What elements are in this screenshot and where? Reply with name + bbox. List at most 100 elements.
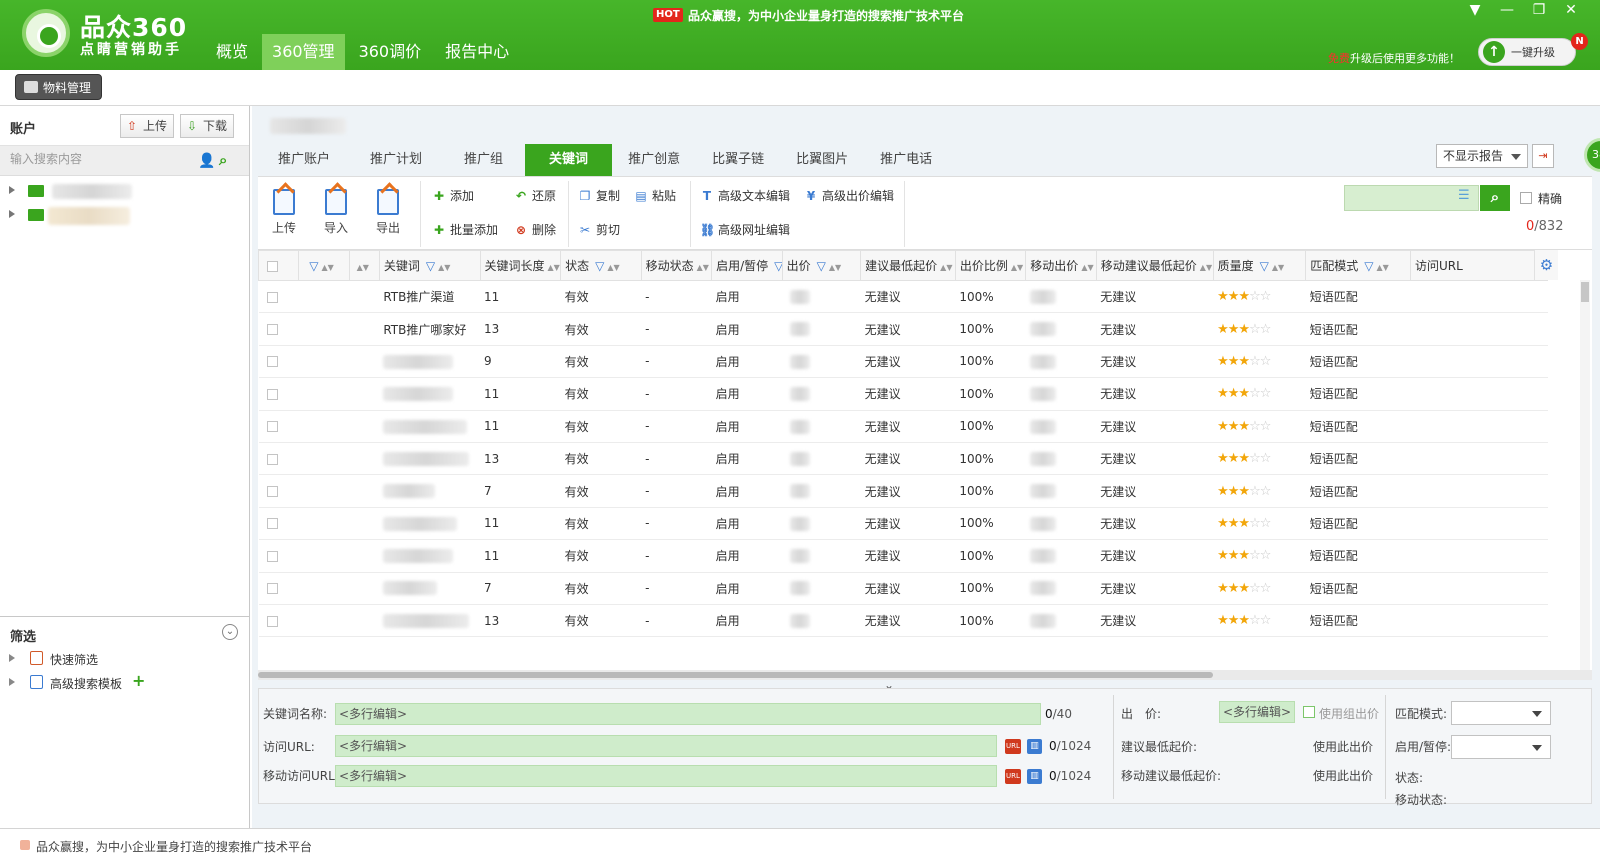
match-mode-cell[interactable]: 短语匹配 [1305,572,1411,605]
keyword-cell[interactable]: RTB推广渠道 [379,280,481,314]
expand-arrow-icon[interactable] [9,654,15,662]
enabled-cell[interactable]: 启用 [711,345,783,379]
select-all-checkbox[interactable] [267,260,278,272]
expand-arrow-icon[interactable] [9,186,15,194]
enabled-cell[interactable]: 启用 [711,604,783,638]
one-click-upgrade-button[interactable]: ↑ 一键升级 [1478,38,1576,66]
col-match-mode[interactable]: 匹配模式 ▽ ▲▼ [1305,250,1411,281]
delete-button[interactable]: ⊗ 删除 [514,221,556,238]
enabled-cell[interactable]: 启用 [711,442,783,476]
match-mode-cell[interactable]: 短语匹配 [1305,507,1411,541]
sort-icon[interactable]: ▲▼ [697,263,709,272]
col-url[interactable]: 访问URL [1409,250,1549,281]
import-button[interactable]: 导入 [316,189,356,236]
mobile-bid-cell[interactable] [1025,474,1097,508]
bid-cell[interactable] [782,539,861,573]
kw-name-field[interactable]: <多行编辑> [335,703,1041,725]
tab-group[interactable]: 推广组 [442,144,525,176]
sort-icon[interactable]: ▲▼ [607,263,619,272]
table-row[interactable]: 7 有效 - 启用 无建议 100% 无建议 ★★★☆☆ 短语匹配 [258,572,1548,605]
url-cell[interactable] [1410,280,1548,314]
mobile-bid-cell[interactable] [1025,507,1097,541]
sort-icon[interactable]: ▲▼ [1081,263,1093,272]
floating-count-badge[interactable]: 38 [1584,138,1600,172]
expand-arrow-icon[interactable] [9,210,15,218]
match-mode-cell[interactable]: 短语匹配 [1305,410,1411,443]
sort-icon[interactable]: ▲▼ [548,263,560,272]
url-cell[interactable] [1410,507,1548,541]
url-cell[interactable] [1410,410,1548,443]
keyword-search-button[interactable]: ⌕ [1480,185,1510,211]
account-search-input[interactable] [10,152,190,166]
bid-field[interactable]: <多行编辑> [1219,701,1295,723]
advanced-text-edit-button[interactable]: T 高级文本编辑 [700,187,790,204]
keyword-cell[interactable] [379,507,481,541]
bid-cell[interactable] [782,280,861,314]
enabled-cell[interactable]: 启用 [711,312,783,346]
col-keyword[interactable]: 关键词 ▽ ▲▼ [378,250,481,281]
keyword-cell[interactable] [379,442,481,476]
paste-button[interactable]: ▤ 粘贴 [634,187,676,204]
tab-image[interactable]: 比翼图片 [780,144,864,176]
advanced-bid-edit-button[interactable]: ¥ 高级出价编辑 [804,187,894,204]
enabled-cell[interactable]: 启用 [711,280,783,314]
sort-icon[interactable]: ▲▼ [438,263,450,272]
filter-icon[interactable]: ▽ [774,259,781,273]
bid-cell[interactable] [782,442,861,476]
enable-pause-select[interactable] [1451,735,1551,759]
enabled-cell[interactable]: 启用 [711,507,783,541]
row-checkbox[interactable] [266,421,278,433]
keyword-cell[interactable] [379,410,481,443]
filter-icon[interactable]: ▽ [817,259,826,273]
match-mode-cell[interactable]: 短语匹配 [1305,312,1411,346]
match-mode-cell[interactable]: 短语匹配 [1305,539,1411,573]
row-checkbox[interactable] [266,615,278,627]
bid-cell[interactable] [782,312,861,346]
account-tree-item[interactable] [0,204,249,228]
url-cell[interactable] [1410,377,1548,411]
tab-phone[interactable]: 推广电话 [864,144,948,176]
row-checkbox[interactable] [266,356,278,368]
sort-icon[interactable]: ▲▼ [322,263,334,272]
download-button[interactable]: 下载 [180,114,235,138]
url-check-icon[interactable]: URL [1005,739,1021,754]
match-mode-cell[interactable]: 短语匹配 [1305,345,1411,379]
batch-add-button[interactable]: ✚ 批量添加 [432,221,498,238]
mobile-bid-cell[interactable] [1025,312,1097,346]
expand-arrow-icon[interactable] [9,678,15,686]
use-this-bid-link-2[interactable]: 使用此出价 [1313,767,1373,784]
col-mobile-suggest-min[interactable]: 移动建议最低起价 ▲▼ [1095,250,1214,281]
account-tree-item[interactable] [0,180,249,204]
row-checkbox[interactable] [266,324,278,336]
bid-cell[interactable] [782,507,861,541]
filter-icon[interactable]: ▽ [1364,259,1373,273]
enabled-cell[interactable]: 启用 [711,572,783,605]
match-mode-select[interactable] [1451,701,1551,725]
tab-account[interactable]: 推广账户 [258,144,350,176]
bid-cell[interactable] [782,410,861,443]
table-row[interactable]: 13 有效 - 启用 无建议 100% 无建议 ★★★☆☆ 短语匹配 [258,604,1548,638]
url-cell[interactable] [1410,604,1548,638]
restore-icon[interactable]: ❐ [1524,2,1554,18]
upload-button[interactable]: 上传 [120,114,175,138]
match-mode-cell[interactable]: 短语匹配 [1305,474,1411,508]
restore-button[interactable]: ↶ 还原 [514,187,556,204]
table-row[interactable]: 11 有效 - 启用 无建议 100% 无建议 ★★★☆☆ 短语匹配 [258,377,1548,411]
menu-dropdown-icon[interactable]: ▼ [1460,2,1490,18]
row-checkbox[interactable] [266,518,278,530]
table-row[interactable]: RTB推广渠道 11 有效 - 启用 无建议 100% 无建议 ★★★☆☆ 短语匹配 [258,280,1548,314]
col-status[interactable]: 状态 ▽ ▲▼ [560,250,642,281]
search-icon[interactable]: ⌕ [219,151,227,169]
row-checkbox[interactable] [266,550,278,562]
bid-cell[interactable] [782,474,861,508]
tab-plan[interactable]: 推广计划 [350,144,442,176]
col-quality[interactable]: 质量度 ▽ ▲▼ [1212,250,1307,281]
url-cell[interactable] [1410,442,1548,476]
nav-report-center[interactable]: 报告中心 [435,34,519,70]
sort-icon[interactable]: ▲▼ [357,263,369,272]
horizontal-scrollbar[interactable] [258,670,1592,680]
enabled-cell[interactable]: 启用 [711,539,783,573]
tab-sublink[interactable]: 比翼子链 [696,144,780,176]
enabled-cell[interactable]: 启用 [711,410,783,443]
filter-icon[interactable]: ▽ [1260,259,1269,273]
